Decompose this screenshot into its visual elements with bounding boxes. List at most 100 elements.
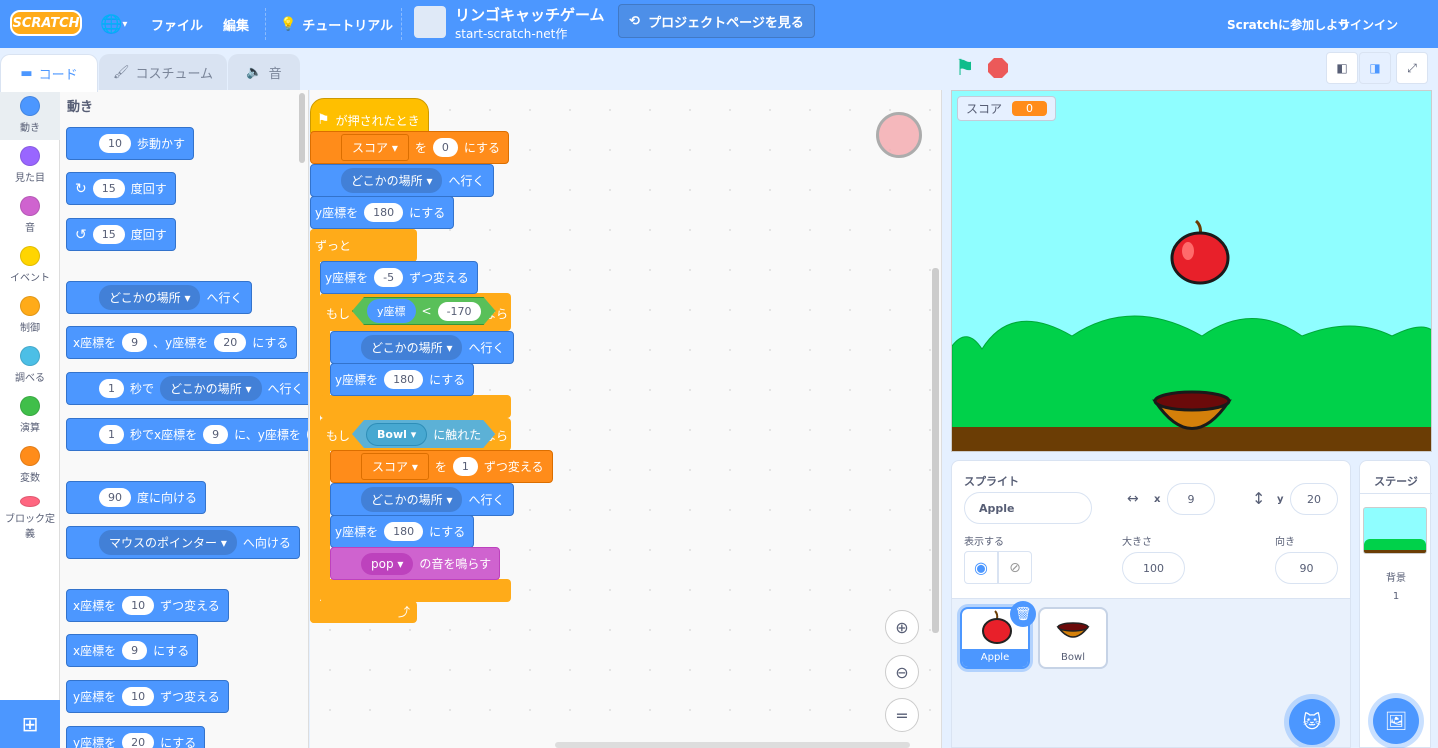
if-bottom[interactable] [320,579,511,602]
number-input[interactable]: 0 [432,138,458,157]
category-4[interactable]: 制御 [0,290,60,340]
stop-button[interactable] [988,58,1008,78]
number-input[interactable]: 1 [99,379,124,398]
edit-menu[interactable]: 編集 [223,0,249,48]
show-sprite-button[interactable]: ◉ [964,551,998,584]
number-input[interactable]: 10 [99,134,131,153]
code-block[interactable]: 10 歩動かす [66,127,195,160]
code-block[interactable]: スコア ▾ を 0 にする [310,131,509,164]
size-input[interactable]: 100 [1122,552,1185,584]
category-1[interactable]: 見た目 [0,140,60,190]
code-block[interactable]: x座標を 10 ずつ変える [66,589,229,622]
category-8[interactable]: ブロック定義 [0,490,60,540]
dropdown[interactable]: スコア ▾ [361,453,429,480]
number-input[interactable]: 10 [122,596,155,615]
dropdown[interactable]: Bowl ▾ [366,423,427,446]
x-input[interactable]: 9 [1167,483,1215,515]
code-block[interactable]: どこかの場所 ▾ へ行く [66,281,252,314]
code-block[interactable]: マウスのポインター ▾ へ向ける [66,526,300,559]
stage-pane[interactable]: ステージ 背景 1 🖼 [1359,460,1432,748]
project-title[interactable]: リンゴキャッチゲーム [455,4,605,25]
number-input[interactable]: -170 [438,302,481,321]
dropdown[interactable]: どこかの場所 ▾ [341,168,443,193]
score-monitor[interactable]: スコア 0 [957,96,1057,121]
scratch-logo[interactable]: SCRATCH [10,10,82,36]
workspace-scrollbar[interactable] [932,268,939,633]
code-block[interactable]: y座標を 20 にする [66,726,206,748]
code-block[interactable]: 90 度に向ける [66,481,207,514]
number-input[interactable]: 10 [122,687,155,706]
fullscreen-button[interactable]: ⤢ [1396,52,1428,84]
number-input[interactable]: 180 [364,203,404,222]
if-bottom[interactable] [320,395,511,418]
stage[interactable]: スコア 0 [951,90,1432,452]
number-input[interactable]: 20 [306,425,308,444]
number-input[interactable]: 1 [452,457,478,476]
see-project-page-button[interactable]: ⟲ プロジェクトページを見る [618,4,815,38]
tab-sounds[interactable]: 🔈 音 [228,54,300,90]
code-block[interactable]: y座標を 10 ずつ変える [66,680,229,713]
less-than-condition[interactable]: y座標 < -170 [352,297,496,325]
category-2[interactable]: 音 [0,190,60,240]
number-input[interactable]: 90 [99,488,131,507]
dropdown[interactable]: マウスのポインター ▾ [99,530,237,555]
touching-condition[interactable]: Bowl ▾ に触れた [352,420,495,448]
code-block[interactable]: pop ▾ の音を鳴らす [330,547,501,580]
hide-sprite-button[interactable]: ⊘ [998,551,1032,584]
file-menu[interactable]: ファイル [151,0,203,48]
normal-stage-button[interactable]: ◨ [1359,52,1391,84]
code-block[interactable]: x座標を 9 にする [66,634,199,667]
code-block[interactable]: 1 秒で どこかの場所 ▾ へ行く [66,372,308,405]
dropdown[interactable]: pop ▾ [361,552,414,575]
code-block[interactable]: y座標を 180 にする [330,363,475,396]
zoom-out-button[interactable]: ⊖ [885,655,919,689]
number-input[interactable]: 9 [122,333,148,352]
number-input[interactable]: -5 [374,268,404,287]
sprite-name-input[interactable]: Apple [964,492,1092,524]
zoom-in-button[interactable]: ⊕ [885,610,919,644]
choose-sprite-button[interactable]: 🐱 [1289,699,1335,745]
number-input[interactable]: 15 [92,225,125,244]
tutorials-button[interactable]: 💡 チュートリアル [280,0,393,48]
palette-scrollbar[interactable] [299,93,305,163]
category-3[interactable]: イベント [0,240,60,290]
workspace-hscrollbar[interactable] [555,742,910,748]
category-5[interactable]: 調べる [0,340,60,390]
script-area[interactable]: ⊕ ⊖ = ずっと ⤴ もし なら もし なら y座標 < -170 Bowl ▾ に触れた ⚑ が押さ… [310,90,942,748]
language-menu[interactable]: 🌐 ▾ [100,0,127,48]
category-0[interactable]: 動き [0,90,60,140]
y-input[interactable]: 20 [1290,483,1338,515]
code-block[interactable]: x座標を 9 、y座標を 20 にする [66,326,298,359]
code-block[interactable]: どこかの場所 ▾ へ行く [330,483,514,516]
forever-arm[interactable] [310,229,320,623]
number-input[interactable]: 9 [203,425,229,444]
number-input[interactable]: 180 [384,370,424,389]
green-flag-button[interactable]: ⚑ [955,56,975,81]
if-arm[interactable] [320,418,330,602]
code-block[interactable]: 1 秒でx座標を 9 に、y座標を 20 [66,418,308,451]
zoom-reset-button[interactable]: = [885,698,919,732]
tab-costumes[interactable]: 🖌 コスチューム [99,54,227,90]
code-block[interactable]: どこかの場所 ▾ へ行く [330,331,514,364]
dropdown[interactable]: スコア ▾ [341,134,409,161]
number-input[interactable]: 15 [92,179,125,198]
code-block[interactable]: ↻ 15 度回す [66,172,176,205]
dropdown[interactable]: どこかの場所 ▾ [361,335,463,360]
dropdown[interactable]: どこかの場所 ▾ [361,487,463,512]
delete-sprite-button[interactable]: 🗑 [1010,601,1036,627]
join-link[interactable]: Scratchに参加しよう [1227,0,1350,48]
code-block[interactable]: どこかの場所 ▾ へ行く [310,164,494,197]
code-block[interactable]: y座標を -5 ずつ変える [320,261,478,294]
number-input[interactable]: 180 [384,522,424,541]
code-block[interactable]: y座標を 180 にする [330,515,475,548]
category-6[interactable]: 演算 [0,390,60,440]
y-position-reporter[interactable]: y座標 [367,299,416,323]
code-block[interactable]: スコア ▾ を 1 ずつ変える [330,450,553,483]
tab-code[interactable]: ▬ コード [0,54,98,92]
code-block[interactable]: y座標を 180 にする [310,196,455,229]
direction-input[interactable]: 90 [1275,552,1338,584]
code-block[interactable]: ↺ 15 度回す [66,218,176,251]
add-extension-button[interactable]: ⊞ [0,700,60,748]
number-input[interactable]: 9 [122,641,148,660]
sign-in-link[interactable]: サインイン [1338,0,1398,48]
